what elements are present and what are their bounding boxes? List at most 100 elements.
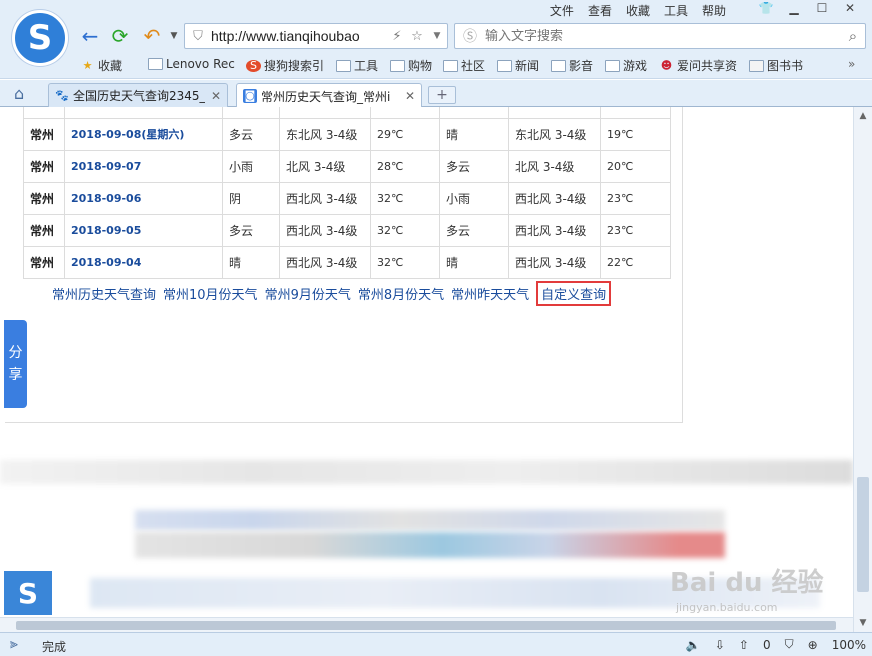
weather-table: 常州 2018-09-08(星期六) 多云 东北风 3-4级 29℃ 晴 东北风…	[23, 107, 671, 279]
high-temp-cell: 32℃	[370, 245, 440, 279]
horizontal-scrollbar[interactable]	[0, 617, 853, 632]
date-link[interactable]: 2018-09-06	[64, 181, 223, 215]
star-icon[interactable]: ☆	[407, 29, 427, 44]
address-text[interactable]: http://www.tianqihoubao	[211, 28, 387, 44]
high-temp-cell: 28℃	[370, 149, 440, 183]
menu-tools[interactable]: 工具	[664, 2, 688, 19]
status-text: 完成	[42, 640, 67, 654]
menu-help[interactable]: 帮助	[702, 2, 726, 19]
city-cell: 常州	[23, 213, 65, 247]
close-icon[interactable]: ✕	[405, 89, 415, 103]
menu-favorites[interactable]: 收藏	[626, 2, 650, 19]
new-tab-button[interactable]: +	[428, 86, 456, 104]
adblock-count[interactable]: 0	[763, 638, 771, 652]
sogou-search-icon: Ⓢ	[463, 29, 477, 45]
link-september-weather[interactable]: 常州9月份天气	[265, 284, 351, 306]
maximize-icon[interactable]: ☐	[808, 1, 836, 15]
low-temp-cell: 19℃	[600, 117, 671, 151]
high-temp-cell: 32℃	[370, 181, 440, 215]
bookmark-shopping[interactable]: 购物	[390, 57, 432, 74]
status-bar: ⫸ 完成 🔈 ⇩ ⇧ 0 ⛉ ⊕ 100%	[0, 632, 872, 656]
bookmark-books[interactable]: 图书书	[749, 57, 803, 74]
folder-icon	[390, 59, 405, 72]
date-link[interactable]: 2018-09-07	[64, 149, 223, 183]
scroll-down-icon[interactable]: ▼	[854, 618, 872, 628]
download-icon[interactable]: ⇩	[715, 638, 725, 652]
blurred-bar	[0, 460, 853, 484]
table-row: 常州 2018-09-05 多云 西北风 3-4级 32℃ 多云 西北风 3-4…	[23, 213, 671, 247]
skin-icon[interactable]: 👕	[752, 1, 780, 15]
volume-icon[interactable]: 🔈	[686, 638, 701, 652]
high-temp-cell: 32℃	[370, 213, 440, 247]
share-button[interactable]: 分 享	[4, 320, 27, 408]
minimize-icon[interactable]: ▁	[780, 1, 808, 15]
link-custom-query[interactable]: 自定义查询	[536, 281, 612, 306]
refresh-icon[interactable]: ⟳	[108, 24, 132, 48]
bookmark-iask[interactable]: ☻ 爱问共享资	[659, 57, 737, 74]
link-august-weather[interactable]: 常州8月份天气	[358, 284, 444, 306]
scroll-up-icon[interactable]: ▲	[854, 111, 872, 121]
site-icon: ◙	[243, 89, 257, 103]
date-link[interactable]: 2018-09-04	[64, 245, 223, 279]
date-link[interactable]: 2018-09-05	[64, 213, 223, 247]
content-box: 常州 2018-09-08(星期六) 多云 东北风 3-4级 29℃ 晴 东北风…	[5, 107, 683, 423]
high-temp-cell: 29℃	[370, 117, 440, 151]
bookmark-community[interactable]: 社区	[443, 57, 485, 74]
search-box[interactable]: Ⓢ ⌕	[454, 23, 866, 49]
back-icon[interactable]: ←	[78, 24, 102, 48]
sogou-logo[interactable]: S	[4, 571, 52, 615]
bookmark-lenovo[interactable]: Lenovo Rec	[148, 57, 235, 71]
menu-view[interactable]: 查看	[588, 2, 612, 19]
vertical-scrollbar[interactable]: ▲ ▼	[853, 107, 872, 632]
day-weather-cell: 小雨	[222, 149, 280, 183]
zoom-icon[interactable]: ⊕	[808, 638, 818, 652]
browser-logo[interactable]: S	[12, 10, 68, 66]
star-icon: ★	[82, 58, 93, 72]
bookmark-news[interactable]: 新闻	[497, 57, 539, 74]
folder-icon	[443, 59, 458, 72]
scroll-thumb[interactable]	[16, 621, 836, 630]
table-row: 常州 2018-09-04 晴 西北风 3-4级 32℃ 晴 西北风 3-4级 …	[23, 245, 671, 279]
bookmark-games[interactable]: 游戏	[605, 57, 647, 74]
night-wind-cell: 西北风 3-4级	[508, 181, 601, 215]
search-input[interactable]	[485, 28, 841, 44]
search-icon[interactable]: ⌕	[841, 27, 865, 45]
scroll-thumb[interactable]	[857, 477, 869, 592]
bookmarks-bar: ★ 收藏 Lenovo Rec S 搜狗搜索引 工具 购物 社区 新闻 影音 游戏 …	[0, 52, 872, 79]
night-wind-cell: 北风 3-4级	[508, 149, 601, 183]
more-bookmarks-icon[interactable]: »	[848, 57, 855, 71]
low-temp-cell: 20℃	[600, 149, 671, 183]
shield-icon[interactable]: ⛉	[785, 637, 794, 652]
paw-icon: 🐾	[55, 88, 69, 102]
upload-icon[interactable]: ⇧	[739, 638, 749, 652]
low-temp-cell: 22℃	[600, 245, 671, 279]
zoom-level[interactable]: 100%	[832, 638, 866, 652]
person-icon: ☻	[660, 58, 673, 72]
link-history-query[interactable]: 常州历史天气查询	[52, 284, 156, 306]
bookmark-sogou[interactable]: S 搜狗搜索引	[246, 57, 324, 74]
undo-close-icon[interactable]: ↶	[140, 24, 164, 48]
lightning-icon[interactable]: ⚡	[387, 29, 407, 44]
home-icon[interactable]: ⌂	[14, 84, 24, 103]
close-icon[interactable]: ✕	[211, 89, 221, 103]
tab-changzhou-history[interactable]: ◙ 常州历史天气查询_常州i ✕	[236, 83, 422, 108]
city-cell: 常州	[23, 117, 65, 151]
night-weather-cell: 晴	[439, 117, 509, 151]
night-weather-cell: 多云	[439, 149, 509, 183]
baidu-watermark: Bai du 经验	[670, 568, 824, 598]
menu-file[interactable]: 文件	[550, 2, 574, 19]
chevron-down-icon[interactable]: ▼	[427, 31, 447, 41]
bookmark-media[interactable]: 影音	[551, 57, 593, 74]
address-bar[interactable]: ⛉ http://www.tianqihoubao ⚡ ☆ ▼	[184, 23, 448, 49]
link-october-weather[interactable]: 常州10月份天气	[163, 284, 258, 306]
bookmark-tools[interactable]: 工具	[336, 57, 378, 74]
table-row: 常州 2018-09-06 阴 西北风 3-4级 32℃ 小雨 西北风 3-4级…	[23, 181, 671, 215]
chevron-down-icon[interactable]: ▼	[162, 24, 186, 48]
folder-icon	[336, 59, 351, 72]
tab-national-history[interactable]: 🐾 全国历史天气查询2345_ ✕	[48, 83, 228, 107]
link-yesterday-weather[interactable]: 常州昨天天气	[451, 284, 529, 306]
sidebar-toggle-icon[interactable]: ⫸	[10, 636, 18, 652]
bookmark-favorites[interactable]: ★ 收藏	[80, 57, 122, 74]
close-icon[interactable]: ✕	[836, 1, 864, 15]
date-link[interactable]: 2018-09-08(星期六)	[64, 117, 223, 151]
